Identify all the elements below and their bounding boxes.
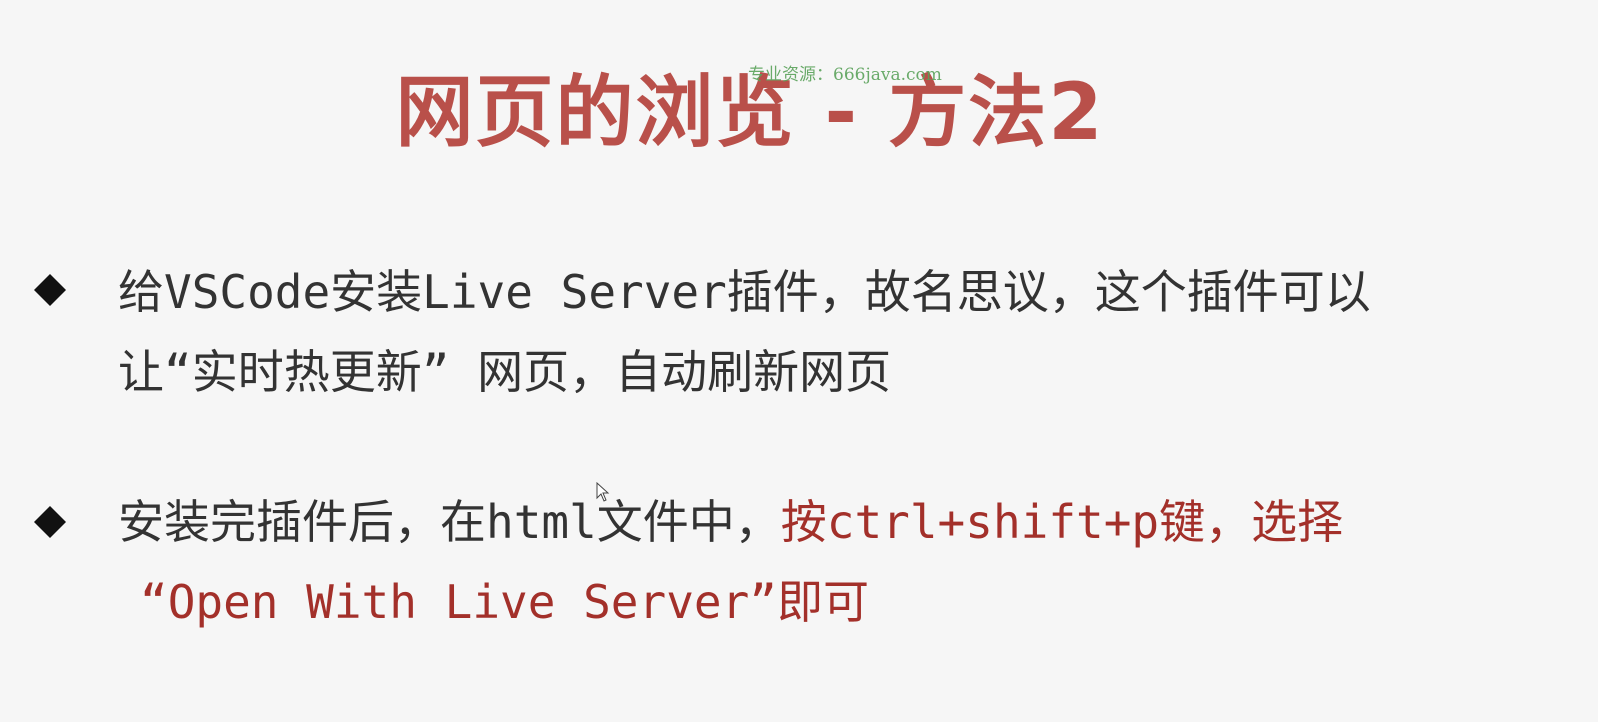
slide: 网页的浏览 - 方法2 专业资源：666java.com 给VSCode安装Li… — [0, 0, 1598, 722]
watermark: 专业资源：666java.com — [748, 65, 942, 85]
bullet-2-plain-text: 安装完插件后，在html文件中， — [118, 495, 781, 549]
bullet-1-text: 给VSCode安装Live Server插件，故名思议，这个插件可以 让“实时热… — [118, 252, 1528, 412]
diamond-bullet-icon — [34, 274, 66, 306]
bullet-2-line-1: 安装完插件后，在html文件中，按ctrl+shift+p键，选择 — [118, 482, 1528, 562]
bullet-1-line-2: 让“实时热更新” 网页，自动刷新网页 — [118, 345, 892, 399]
diamond-bullet-icon — [34, 506, 66, 538]
bullet-1-line-1: 给VSCode安装Live Server插件，故名思议，这个插件可以 — [118, 265, 1371, 319]
bullet-2-highlight-text: 按ctrl+shift+p键，选择 — [780, 495, 1344, 549]
bullet-2-line-2: “Open With Live Server”即可 — [140, 575, 869, 629]
bullet-2-text: 安装完插件后，在html文件中，按ctrl+shift+p键，选择 “Open … — [118, 482, 1528, 642]
mouse-cursor-icon — [596, 481, 610, 502]
